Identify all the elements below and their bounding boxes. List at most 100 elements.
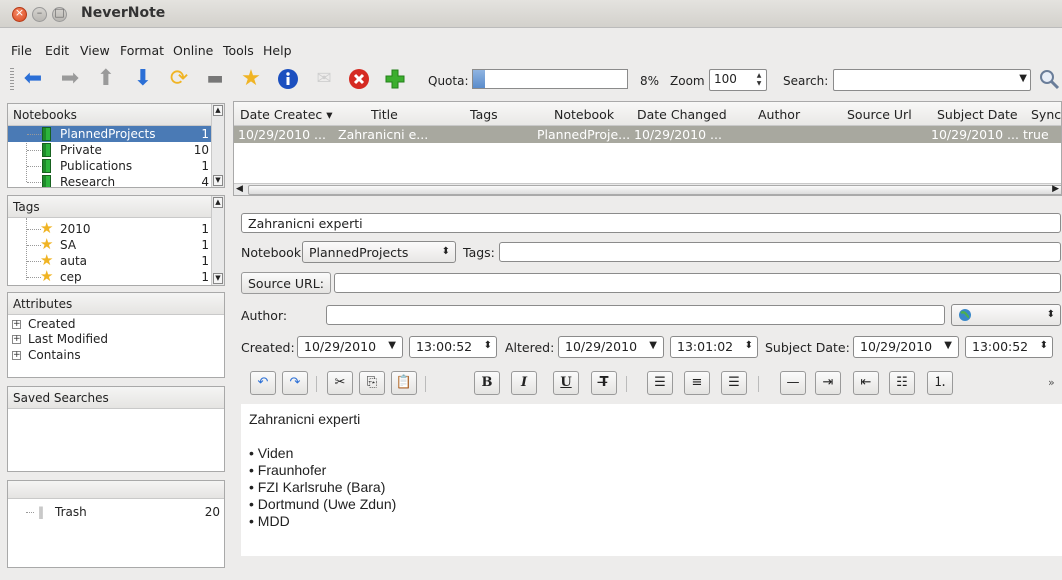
notebook-item-private[interactable]: Private 10 [8,142,213,158]
column-source-url[interactable]: Source Url [847,107,912,122]
created-date-input[interactable]: 10/29/2010 ▼ [297,336,403,358]
author-input[interactable] [326,305,945,325]
paste-icon[interactable]: 📋 [391,371,417,395]
notebook-item-publications[interactable]: Publications 1 [8,158,213,174]
attributes-header[interactable]: Attributes [8,293,224,315]
altered-date-input[interactable]: 10/29/2010 ▼ [558,336,664,358]
attribute-item-created[interactable]: + Created [8,316,224,332]
spin-arrows-icon[interactable]: ⬍ [484,340,492,351]
window-maximize-button[interactable]: □ [52,6,67,22]
strikethrough-icon[interactable]: T̶ [591,371,617,395]
column-author[interactable]: Author [758,107,800,122]
scroll-up-icon[interactable]: ▲ [213,197,223,208]
tag-item-cep[interactable]: ★ cep 1 [8,269,213,284]
info-icon[interactable] [275,66,301,92]
attribute-item-contains[interactable]: + Contains [8,347,224,363]
trash-header[interactable] [8,481,224,499]
menu-format[interactable]: Format [120,43,164,58]
menu-view[interactable]: View [80,43,110,58]
altered-time-input[interactable]: 13:01:02 ⬍ [670,336,758,358]
spin-arrows-icon[interactable]: ▲ ▼ [754,72,764,88]
spin-arrows-icon[interactable]: ⬍ [745,340,753,351]
column-sync[interactable]: Sync [1031,107,1061,122]
location-select[interactable]: ⬍ [951,304,1061,326]
copy-icon[interactable]: ⎘ [359,371,385,395]
down-arrow-icon[interactable]: ⬇ [130,66,156,92]
underline-icon[interactable]: U [553,371,579,395]
column-date-created[interactable]: Date Createc ▾ [240,107,333,122]
tag-item-sa[interactable]: ★ SA 1 [8,236,213,253]
chevron-down-icon[interactable]: ▼ [1019,73,1027,84]
align-right-icon[interactable]: ☰ [721,371,747,395]
scroll-up-icon[interactable]: ▲ [213,105,223,116]
tag-item-auta[interactable]: ★ auta 1 [8,252,213,269]
source-url-input[interactable] [334,273,1061,293]
note-title-input[interactable]: Zahranicni experti [241,213,1061,233]
saved-searches-header[interactable]: Saved Searches [8,387,224,409]
search-icon[interactable] [1036,66,1062,92]
menu-edit[interactable]: Edit [45,43,69,58]
column-title[interactable]: Title [371,107,398,122]
note-body-editor[interactable]: Zahranicni experti • Viden • Fraunhofer … [241,404,1062,556]
cut-icon[interactable]: ✂ [327,371,353,395]
align-left-icon[interactable]: ☰ [647,371,673,395]
toolbar-grip[interactable] [10,68,14,90]
star-icon[interactable]: ★ [238,66,264,92]
redo-icon[interactable]: ↷ [282,371,308,395]
column-tags[interactable]: Tags [470,107,498,122]
scroll-down-icon[interactable]: ▼ [213,273,223,284]
column-notebook[interactable]: Notebook [554,107,614,122]
scrollbar-thumb[interactable] [248,185,1061,195]
trash-item[interactable]: ‖ Trash 20 [8,504,224,520]
indent-icon[interactable]: ⇥ [815,371,841,395]
sync-icon[interactable]: ⟳ [166,66,192,92]
add-note-icon[interactable] [382,66,408,92]
bold-icon[interactable]: B [474,371,500,395]
more-tools-icon[interactable]: » [1048,376,1055,389]
bullet-list-icon[interactable]: ☷ [889,371,915,395]
zoom-spinbox[interactable]: 100 ▲ ▼ [709,69,767,91]
chevron-down-icon[interactable]: ▼ [649,340,657,351]
window-close-button[interactable]: × [12,6,27,22]
notebook-item-plannedprojects[interactable]: PlannedProjects 1 [8,126,213,142]
outdent-icon[interactable]: ⇤ [853,371,879,395]
scroll-left-icon[interactable]: ◀ [236,184,243,194]
chevron-down-icon[interactable]: ▼ [944,340,952,351]
numbered-list-icon[interactable]: ⒈ [927,371,953,395]
tags-input[interactable] [499,242,1061,262]
source-url-button[interactable]: Source URL: [241,272,331,294]
attribute-item-last-modified[interactable]: + Last Modified [8,331,224,347]
email-icon[interactable]: ✉ [311,66,337,92]
print-icon[interactable]: ▬ [202,66,228,92]
align-center-icon[interactable]: ≡ [684,371,710,395]
table-row[interactable]: 10/29/2010 ... Zahranicni e... PlannedPr… [234,126,1061,143]
spin-arrows-icon[interactable]: ⬍ [1040,340,1048,351]
horizontal-line-icon[interactable]: — [780,371,806,395]
subject-time-input[interactable]: 13:00:52 ⬍ [965,336,1053,358]
up-arrow-icon[interactable]: ⬆ [93,66,119,92]
chevron-down-icon[interactable]: ▼ [388,340,396,351]
column-date-changed[interactable]: Date Changed [637,107,727,122]
column-subject-date[interactable]: Subject Date [937,107,1018,122]
subject-date-input[interactable]: 10/29/2010 ▼ [853,336,959,358]
notebooks-header[interactable]: Notebooks [8,104,213,126]
scroll-right-icon[interactable]: ▶ [1052,184,1059,194]
tags-scrollbar[interactable]: ▲ ▼ [211,196,224,285]
italic-icon[interactable]: I [511,371,537,395]
expand-plus-icon[interactable]: + [12,335,21,344]
menu-help[interactable]: Help [263,43,292,58]
tags-header[interactable]: Tags [8,196,213,218]
created-time-input[interactable]: 13:00:52 ⬍ [409,336,497,358]
notebooks-scrollbar[interactable]: ▲ ▼ [211,104,224,187]
expand-plus-icon[interactable]: + [12,320,21,329]
menu-online[interactable]: Online [173,43,213,58]
expand-plus-icon[interactable]: + [12,351,21,360]
search-input[interactable]: ▼ [833,69,1031,91]
back-arrow-icon[interactable]: ⬅ [20,66,46,92]
menu-file[interactable]: File [11,43,32,58]
notebook-select[interactable]: PlannedProjects ⬍ [302,241,456,263]
undo-icon[interactable]: ↶ [250,371,276,395]
notebook-item-research[interactable]: Research 4 [8,174,213,187]
forward-arrow-icon[interactable]: ➡ [57,66,83,92]
scroll-down-icon[interactable]: ▼ [213,175,223,186]
